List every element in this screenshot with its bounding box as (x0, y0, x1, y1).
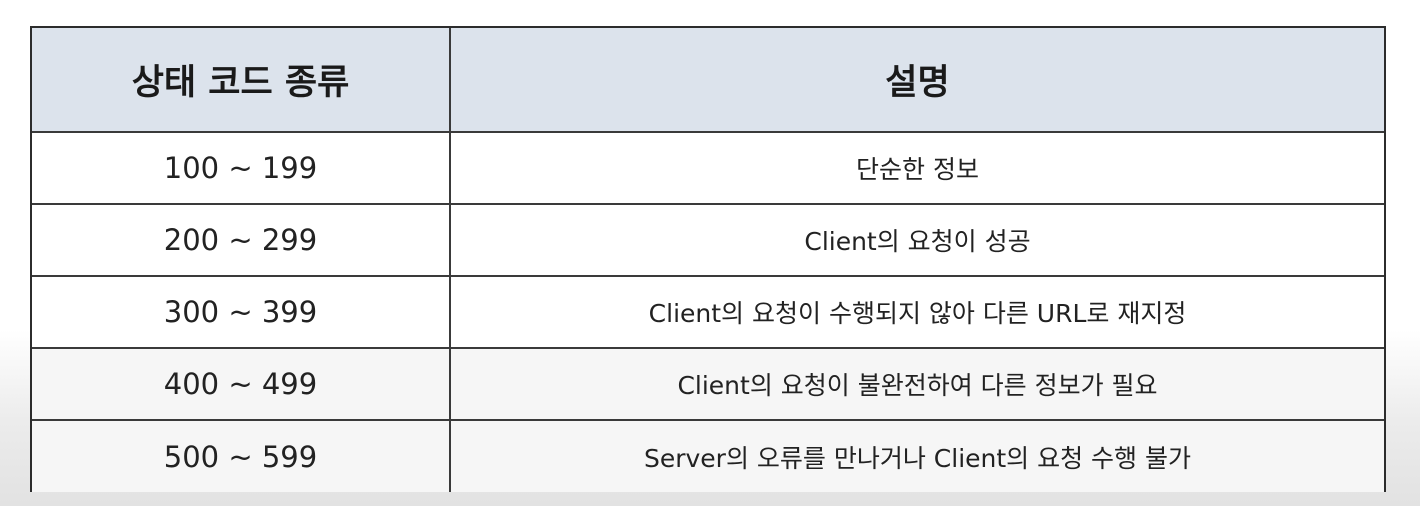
status-code-description: 단순한 정보 (449, 131, 1384, 205)
status-code-range: 300 ~ 399 (32, 275, 451, 349)
table-row: 100 ~ 199 단순한 정보 (32, 131, 1384, 205)
header-description: 설명 (449, 28, 1384, 133)
header-row: 상태 코드 종류 설명 (32, 28, 1384, 133)
header-status-code-type: 상태 코드 종류 (32, 28, 451, 133)
status-code-description: Client의 요청이 불완전하여 다른 정보가 필요 (449, 347, 1384, 421)
status-code-table: 상태 코드 종류 설명 100 ~ 199 단순한 정보 200 ~ 299 C… (30, 26, 1386, 492)
status-code-range: 200 ~ 299 (32, 203, 451, 277)
table-header: 상태 코드 종류 설명 (32, 28, 1384, 133)
table-row: 200 ~ 299 Client의 요청이 성공 (32, 203, 1384, 277)
status-code-grid: 상태 코드 종류 설명 100 ~ 199 단순한 정보 200 ~ 299 C… (32, 28, 1384, 492)
table-row: 500 ~ 599 Server의 오류를 만나거나 Client의 요청 수행… (32, 419, 1384, 492)
table-body: 100 ~ 199 단순한 정보 200 ~ 299 Client의 요청이 성… (32, 131, 1384, 492)
status-code-range: 400 ~ 499 (32, 347, 451, 421)
status-code-description: Client의 요청이 성공 (449, 203, 1384, 277)
status-code-description: Server의 오류를 만나거나 Client의 요청 수행 불가 (449, 419, 1384, 492)
table-row: 400 ~ 499 Client의 요청이 불완전하여 다른 정보가 필요 (32, 347, 1384, 421)
status-code-range: 100 ~ 199 (32, 131, 451, 205)
table-row: 300 ~ 399 Client의 요청이 수행되지 않아 다른 URL로 재지… (32, 275, 1384, 349)
status-code-range: 500 ~ 599 (32, 419, 451, 492)
status-code-description: Client의 요청이 수행되지 않아 다른 URL로 재지정 (449, 275, 1384, 349)
